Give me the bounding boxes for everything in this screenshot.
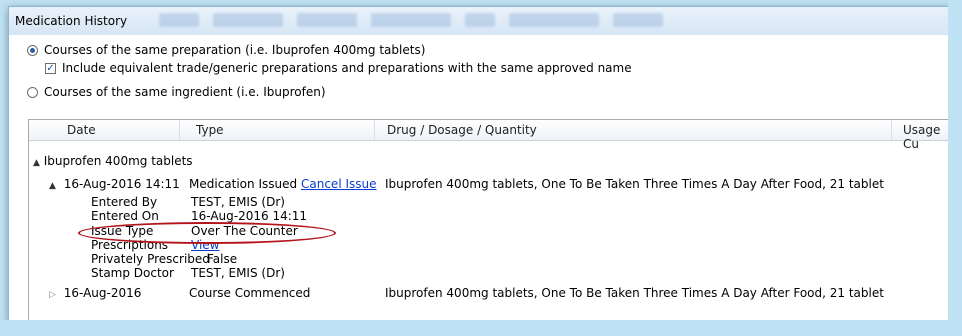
radio-same-preparation[interactable] (27, 44, 38, 56)
expand-triangle-icon[interactable]: ▲ (49, 181, 56, 191)
column-header-drug[interactable]: Drug / Dosage / Quantity (387, 123, 537, 137)
option-same-ingredient-label: Courses of the same ingredient (i.e. Ibu… (44, 85, 326, 99)
option-same-ingredient[interactable]: Courses of the same ingredient (i.e. Ibu… (27, 85, 326, 99)
detail-value: TEST, EMIS (Dr) (191, 195, 285, 209)
detail-value: False (207, 252, 238, 266)
detail-label: Entered On (91, 209, 159, 223)
detail-value: 16-Aug-2016 14:11 (191, 209, 308, 223)
check-icon: ✓ (46, 62, 55, 74)
cancel-issue-link[interactable]: Cancel Issue (301, 177, 377, 191)
detail-value: TEST, EMIS (Dr) (191, 266, 285, 280)
option-same-preparation[interactable]: Courses of the same preparation (i.e. Ib… (27, 43, 425, 57)
option-include-equivalent[interactable]: ✓ Include equivalent trade/generic prepa… (45, 61, 632, 75)
detail-label: Privately Prescribed (91, 252, 210, 266)
window-title: Medication History (15, 14, 128, 28)
detail-label: Stamp Doctor (91, 266, 174, 280)
issue-date: 16-Aug-2016 14:11 (63, 177, 180, 191)
option-same-preparation-label: Courses of the same preparation (i.e. Ib… (44, 43, 426, 57)
toolbar-blurred (159, 13, 719, 29)
highlight-oval (78, 222, 336, 244)
course-row[interactable]: ▷ 16-Aug-2016 (49, 286, 141, 300)
column-header-type[interactable]: Type (196, 123, 224, 137)
title-bar: Medication History (9, 7, 953, 36)
column-header-date[interactable]: Date (67, 123, 96, 137)
course-date: 16-Aug-2016 (63, 286, 142, 300)
course-type: Course Commenced (189, 286, 311, 300)
grid-header: Date Type Drug / Dosage / Quantity Usage… (29, 120, 959, 151)
issue-drug: Ibuprofen 400mg tablets, One To Be Taken… (385, 177, 884, 191)
course-drug: Ibuprofen 400mg tablets, One To Be Taken… (385, 286, 884, 300)
torn-edge-bottom (0, 320, 962, 336)
issue-type: Medication Issued (189, 177, 298, 191)
checkbox-include-equivalent[interactable]: ✓ (45, 62, 56, 74)
option-include-equivalent-label: Include equivalent trade/generic prepara… (62, 61, 632, 75)
radio-same-ingredient[interactable] (27, 86, 38, 98)
torn-edge-right (948, 0, 962, 336)
detail-label: Entered By (91, 195, 158, 209)
collapse-triangle-icon[interactable]: ▷ (49, 290, 56, 300)
issue-row[interactable]: ▲ 16-Aug-2016 14:11 (49, 177, 180, 191)
group-row-ibuprofen[interactable]: ▲ Ibuprofen 400mg tablets (33, 154, 193, 168)
options-panel: Courses of the same preparation (i.e. Ib… (9, 35, 953, 119)
group-label: Ibuprofen 400mg tablets (43, 154, 193, 168)
expand-triangle-icon[interactable]: ▲ (33, 158, 40, 168)
